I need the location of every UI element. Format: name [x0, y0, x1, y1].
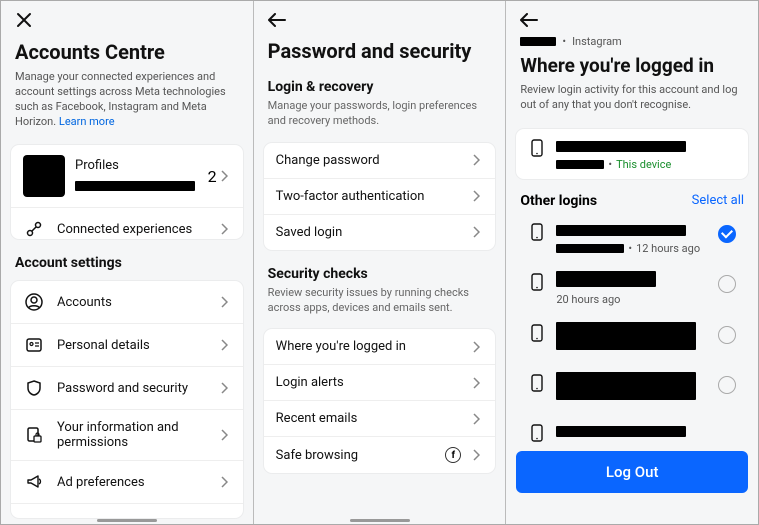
this-device-label: This device	[616, 158, 671, 171]
chevron-right-icon	[217, 381, 231, 395]
settings-password-security[interactable]: Password and security	[11, 367, 243, 410]
phone-icon	[528, 273, 546, 291]
avatar	[23, 155, 65, 197]
page-title: Password and security	[254, 35, 506, 69]
current-device-row[interactable]: •This device	[516, 129, 748, 179]
safe-browsing-row[interactable]: Safe browsing f	[264, 437, 496, 473]
phone-icon	[528, 223, 546, 241]
scroll-indicator	[350, 519, 410, 522]
login-recovery-sub: Manage your passwords, login preferences…	[254, 99, 506, 137]
recent-emails-row[interactable]: Recent emails	[264, 401, 496, 437]
change-password-row[interactable]: Change password	[264, 143, 496, 179]
chevron-right-icon	[217, 295, 231, 309]
profiles-count: 2	[208, 167, 217, 186]
two-factor-row[interactable]: Two-factor authentication	[264, 179, 496, 215]
settings-ad-preferences[interactable]: Ad preferences	[11, 461, 243, 504]
chevron-right-icon	[469, 448, 483, 462]
breadcrumb: • Instagram	[506, 35, 758, 50]
chevron-right-icon	[217, 169, 231, 183]
document-lock-icon	[23, 424, 45, 446]
pane-where-logged-in: • Instagram Where you're logged in Revie…	[506, 1, 758, 524]
connected-label: Connected experiences	[57, 222, 217, 237]
other-logins-heading: Other logins	[520, 193, 597, 209]
pane-password-security: Password and security Login & recovery M…	[254, 1, 507, 524]
security-checks-heading: Security checks	[254, 256, 506, 286]
learn-more-link[interactable]: Learn more	[59, 115, 115, 128]
facebook-icon: f	[445, 447, 461, 463]
login-ago: 12 hours ago	[636, 242, 700, 255]
profiles-row[interactable]: Profiles 2	[11, 145, 243, 208]
shield-icon	[23, 377, 45, 399]
saved-login-row[interactable]: Saved login	[264, 215, 496, 250]
settings-payments[interactable]: Payments	[11, 504, 243, 518]
login-recovery-heading: Login & recovery	[254, 69, 506, 99]
page-title: Accounts Centre	[1, 36, 253, 70]
phone-icon	[528, 424, 546, 442]
select-all-link[interactable]: Select all	[692, 193, 744, 208]
settings-accounts[interactable]: Accounts	[11, 281, 243, 324]
logout-button[interactable]: Log Out	[516, 451, 748, 493]
phone-icon	[528, 374, 546, 392]
settings-info-permissions[interactable]: Your information and permissions	[11, 410, 243, 461]
login-ago: 20 hours ago	[556, 293, 620, 306]
login-checkbox[interactable]	[718, 275, 736, 293]
chevron-right-icon	[469, 376, 483, 390]
login-checkbox[interactable]	[718, 225, 736, 243]
login-row[interactable]: •12 hours ago	[516, 213, 748, 263]
chevron-right-icon	[469, 225, 483, 239]
chevron-right-icon	[217, 222, 231, 236]
login-row[interactable]	[516, 364, 748, 414]
page-title: Where you're logged in	[506, 50, 758, 83]
connected-icon	[23, 218, 45, 239]
settings-list: Accounts Personal details Password and s…	[11, 281, 243, 518]
login-checkbox[interactable]	[718, 326, 736, 344]
chevron-right-icon	[217, 338, 231, 352]
back-icon[interactable]	[266, 9, 288, 31]
page-subtitle: Manage your connected experiences and ac…	[1, 70, 253, 139]
login-row[interactable]	[516, 414, 748, 443]
login-checkbox[interactable]	[718, 376, 736, 394]
profiles-label: Profiles	[75, 158, 208, 173]
chevron-right-icon	[469, 189, 483, 203]
chevron-right-icon	[469, 412, 483, 426]
phone-icon	[528, 324, 546, 342]
credit-card-icon	[23, 514, 45, 518]
close-icon[interactable]	[13, 9, 35, 31]
connected-experiences-row[interactable]: Connected experiences	[11, 208, 243, 239]
page-subtitle: Review login activity for this account a…	[506, 83, 758, 123]
chevron-right-icon	[217, 428, 231, 442]
security-checks-sub: Review security issues by running checks…	[254, 286, 506, 324]
login-row[interactable]	[516, 314, 748, 364]
back-icon[interactable]	[518, 9, 540, 31]
login-row[interactable]: 20 hours ago	[516, 263, 748, 314]
user-icon	[23, 291, 45, 313]
id-card-icon	[23, 334, 45, 356]
account-settings-heading: Account settings	[1, 245, 253, 275]
pane-accounts-centre: Accounts Centre Manage your connected ex…	[1, 1, 254, 524]
chevron-right-icon	[217, 475, 231, 489]
chevron-right-icon	[469, 153, 483, 167]
login-alerts-row[interactable]: Login alerts	[264, 365, 496, 401]
chevron-right-icon	[469, 340, 483, 354]
where-logged-in-row[interactable]: Where you're logged in	[264, 329, 496, 365]
megaphone-icon	[23, 471, 45, 493]
phone-icon	[528, 139, 546, 157]
settings-personal-details[interactable]: Personal details	[11, 324, 243, 367]
scroll-indicator	[97, 519, 157, 522]
